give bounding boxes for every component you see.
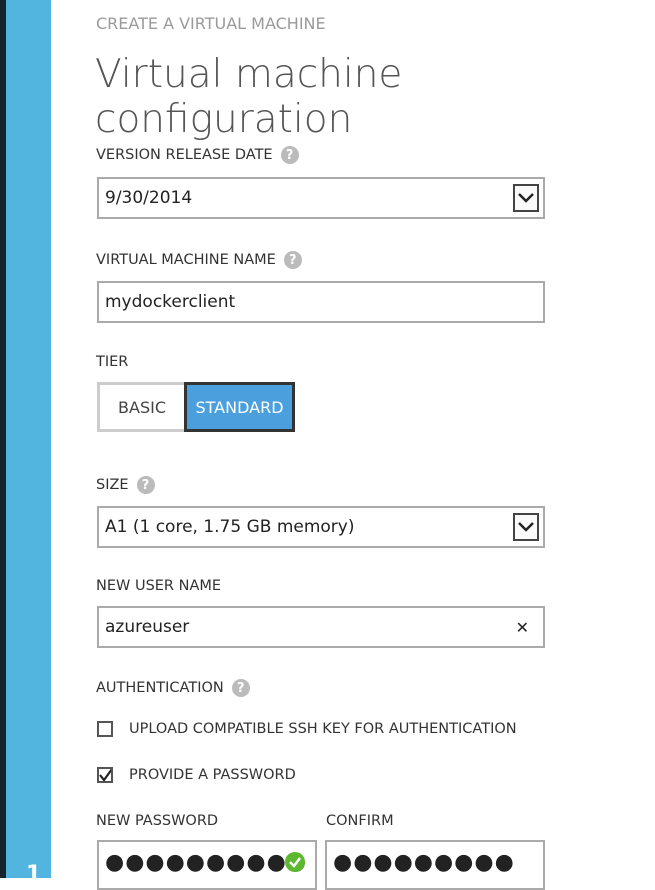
new-password-label: NEW PASSWORD xyxy=(96,813,219,829)
ssh-checkbox[interactable] xyxy=(97,721,113,737)
label-text: SIZE xyxy=(96,477,129,493)
wizard-subtitle: CREATE A VIRTUAL MACHINE xyxy=(96,14,326,33)
confirm-label: CONFIRM xyxy=(326,813,394,829)
help-icon[interactable]: ? xyxy=(283,251,302,269)
size-label: SIZE? xyxy=(96,476,155,494)
password-checkbox[interactable] xyxy=(97,767,113,783)
input-value: azureuser xyxy=(105,617,190,637)
page-title: Virtual machine configuration xyxy=(95,52,403,142)
vm-name-input[interactable]: mydockerclient xyxy=(97,281,545,323)
chevron-down-icon[interactable] xyxy=(513,513,539,541)
tier-label: TIER xyxy=(96,354,129,370)
password-option[interactable]: PROVIDE A PASSWORD xyxy=(97,767,296,783)
ssh-key-option[interactable]: UPLOAD COMPATIBLE SSH KEY FOR AUTHENTICA… xyxy=(97,721,517,737)
vm-name-label: VIRTUAL MACHINE NAME? xyxy=(96,251,302,269)
help-icon[interactable]: ? xyxy=(280,146,299,164)
valid-check-icon xyxy=(285,852,305,872)
tier-basic-button[interactable]: BASIC xyxy=(97,382,184,432)
selected-value: 9/30/2014 xyxy=(105,188,193,208)
user-name-input[interactable]: azureuser ✕ xyxy=(97,606,545,648)
help-icon[interactable]: ? xyxy=(136,476,155,494)
confirm-password-input[interactable]: ●●●●●●●●● xyxy=(325,840,545,890)
chevron-down-icon[interactable] xyxy=(513,184,539,212)
step-number: 1 xyxy=(26,862,42,887)
size-select[interactable]: A1 (1 core, 1.75 GB memory) xyxy=(97,506,545,548)
label-text: AUTHENTICATION xyxy=(96,680,224,696)
authentication-label: AUTHENTICATION? xyxy=(96,679,250,697)
option-label: PROVIDE A PASSWORD xyxy=(129,767,296,783)
option-label: UPLOAD COMPATIBLE SSH KEY FOR AUTHENTICA… xyxy=(129,721,517,737)
wizard-step-bar: 1 xyxy=(6,0,51,887)
label-text: VIRTUAL MACHINE NAME xyxy=(96,252,276,268)
tier-standard-button[interactable]: STANDARD xyxy=(184,382,295,432)
user-name-label: NEW USER NAME xyxy=(96,578,222,594)
input-value: ●●●●●●●●● xyxy=(333,850,515,875)
new-password-input[interactable]: ●●●●●●●●●● xyxy=(97,840,317,890)
label-text: VERSION RELEASE DATE xyxy=(96,147,273,163)
clear-icon[interactable]: ✕ xyxy=(516,618,529,637)
version-label: VERSION RELEASE DATE? xyxy=(96,146,299,164)
input-value: ●●●●●●●●●● xyxy=(105,850,307,875)
version-select[interactable]: 9/30/2014 xyxy=(97,177,545,219)
help-icon[interactable]: ? xyxy=(231,679,250,697)
selected-value: A1 (1 core, 1.75 GB memory) xyxy=(105,517,355,537)
